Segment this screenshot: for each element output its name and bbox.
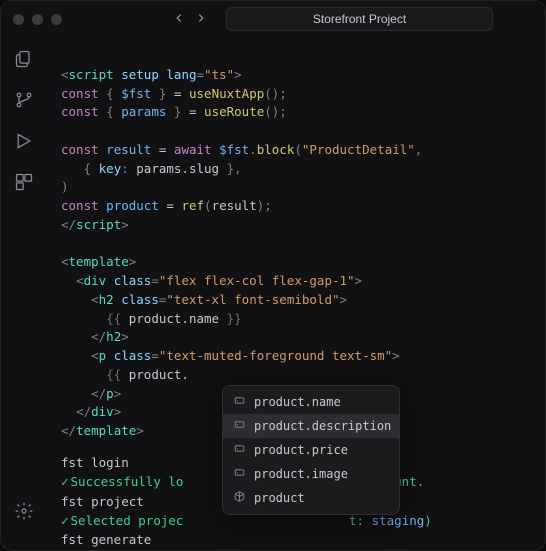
- forward-icon[interactable]: [194, 11, 208, 28]
- files-icon[interactable]: [14, 49, 34, 72]
- lang-attr: ts: [212, 67, 227, 82]
- term-cmd-project: fst project: [61, 494, 144, 509]
- field-icon: [233, 442, 246, 458]
- term-env-label: t:: [349, 513, 364, 528]
- settings-icon[interactable]: [14, 501, 34, 524]
- expr-slug: params.slug: [136, 161, 219, 176]
- var-product: product: [106, 198, 159, 213]
- fn-ref: ref: [181, 198, 204, 213]
- intellisense-item-4[interactable]: product: [223, 486, 399, 510]
- p-class: "text-muted-foreground text-sm": [159, 348, 392, 363]
- field-icon: [233, 466, 246, 482]
- div-class: "flex flex-col flex-gap-1": [159, 273, 355, 288]
- fn-block: block: [257, 142, 295, 157]
- intellisense-item-label: product: [254, 491, 305, 505]
- ref-arg: result: [212, 198, 257, 213]
- intellisense-item-2[interactable]: product.price: [223, 438, 399, 462]
- minimize-icon[interactable]: [32, 14, 43, 25]
- intellisense-item-1[interactable]: product.description: [223, 414, 399, 438]
- term-cmd-generate: fst generate: [61, 532, 151, 547]
- fn-useroute: useRoute: [204, 104, 264, 119]
- intellisense-item-label: product.description: [254, 419, 391, 433]
- term-project-ok-pre: Selected projec: [71, 513, 184, 528]
- fn-usenuxtapp: useNuxtApp: [189, 86, 264, 101]
- intellisense-item-3[interactable]: product.image: [223, 462, 399, 486]
- field-icon: [233, 418, 246, 434]
- var-result: result: [106, 142, 151, 157]
- app-window: Storefront Project <script setup la: [0, 0, 546, 551]
- back-icon[interactable]: [172, 11, 186, 28]
- intellisense-popup[interactable]: product.name product.description product.p…: [222, 385, 400, 515]
- project-title-field[interactable]: Storefront Project: [226, 7, 493, 31]
- branch-icon[interactable]: [14, 90, 34, 113]
- term-cmd-login: fst login: [61, 455, 129, 470]
- mustache-product-name: product.name: [129, 311, 219, 326]
- term-login-ok-pre: Successfully lo: [71, 474, 184, 489]
- run-icon[interactable]: [14, 131, 34, 154]
- editor-area: <script setup lang="ts"> const { $fst } …: [47, 37, 545, 550]
- project-title: Storefront Project: [313, 12, 406, 26]
- term-env-value: staging: [372, 513, 425, 528]
- zoom-icon[interactable]: [51, 14, 62, 25]
- intellisense-item-label: product.image: [254, 467, 348, 481]
- extensions-icon[interactable]: [14, 172, 34, 195]
- h2-class: "text-xl font-semibold": [166, 292, 339, 307]
- activity-bar: [1, 37, 47, 550]
- key-attr: key: [99, 161, 122, 176]
- close-icon[interactable]: [13, 14, 24, 25]
- field-icon: [233, 394, 246, 410]
- var-fst: $fst: [121, 86, 151, 101]
- intellisense-item-label: product.name: [254, 395, 341, 409]
- intellisense-item-0[interactable]: product.name: [223, 390, 399, 414]
- titlebar: Storefront Project: [1, 1, 545, 37]
- var-params: params: [121, 104, 166, 119]
- traffic-lights: [13, 14, 62, 25]
- cube-icon: [233, 490, 246, 506]
- intellisense-item-label: product.price: [254, 443, 348, 457]
- mustache-partial: product.: [129, 367, 189, 382]
- str-product-detail: "ProductDetail": [302, 142, 415, 157]
